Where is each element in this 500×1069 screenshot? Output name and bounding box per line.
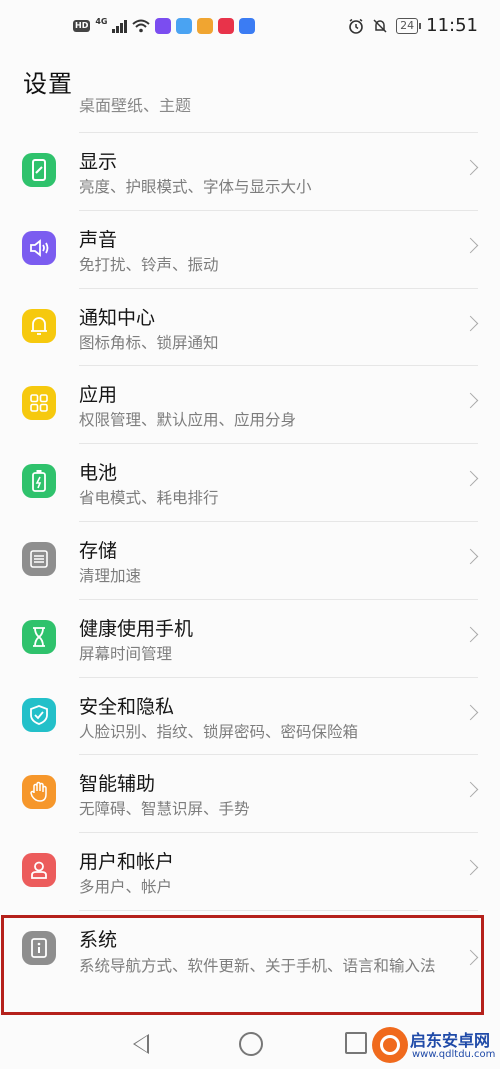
settings-item-title: 健康使用手机: [79, 617, 194, 640]
settings-item-subtitle: 图标角标、锁屏通知: [79, 333, 219, 352]
chevron-right-icon: [462, 548, 479, 565]
app-notification-icon: [218, 18, 235, 34]
sound-icon: [22, 230, 56, 265]
settings-item-title: 智能辅助: [79, 773, 156, 796]
status-right: 24 11:51: [348, 15, 478, 36]
settings-list: 显示 亮度、护眼模式、字体与显示大小 声音 免打扰、铃声、振动 通知中心 图标角…: [0, 132, 500, 1010]
scrolled-row-subtitle: 桌面壁纸、主题: [79, 98, 192, 115]
settings-item-storage[interactable]: 存储 清理加速: [0, 520, 500, 599]
settings-item-display[interactable]: 显示 亮度、护眼模式、字体与显示大小: [0, 132, 500, 210]
settings-item-title: 通知中心: [79, 306, 156, 329]
chevron-right-icon: [462, 626, 479, 643]
settings-item-subtitle: 屏幕时间管理: [79, 644, 173, 663]
wifi-icon: [132, 19, 151, 33]
hand-icon: [22, 775, 56, 810]
shield-icon: [22, 697, 56, 732]
user-icon: [22, 853, 56, 888]
divider: [79, 365, 478, 367]
settings-item-subtitle: 亮度、护眼模式、字体与显示大小: [79, 178, 312, 196]
chevron-right-icon: [462, 704, 479, 720]
settings-item-title: 显示: [79, 151, 118, 173]
recents-icon[interactable]: [345, 1032, 367, 1054]
display-icon: [22, 153, 56, 187]
settings-item-title: 安全和隐私: [79, 695, 175, 718]
divider: [79, 132, 478, 133]
chevron-right-icon: [462, 859, 479, 876]
settings-item-subtitle: 权限管理、默认应用、应用分身: [79, 411, 297, 430]
app-notification-icon: [176, 18, 193, 34]
status-bar: HD 4G 24 11:51: [0, 0, 500, 58]
settings-item-title: 声音: [79, 228, 118, 251]
watermark-logo-icon: [372, 1027, 408, 1063]
watermark-url: www.qdltdu.com: [412, 1049, 496, 1060]
divider: [79, 598, 478, 600]
page-title: 设置: [23, 70, 73, 98]
settings-item-title: 应用: [79, 384, 118, 407]
storage-icon: [22, 541, 56, 576]
scrolled-row-remnant: 桌面壁纸、主题: [79, 98, 379, 118]
status-left: HD 4G: [73, 16, 256, 34]
watermark-title: 启东安卓网: [410, 1031, 491, 1050]
highlight-box: [1, 915, 484, 1015]
chevron-right-icon: [462, 315, 479, 331]
settings-item-digital-balance[interactable]: 健康使用手机 屏幕时间管理: [0, 598, 500, 677]
hourglass-icon: [22, 619, 56, 654]
settings-item-battery[interactable]: 电池 省电模式、耗电排行: [0, 443, 500, 521]
divider: [79, 443, 478, 445]
settings-item-subtitle: 无障碍、智慧识屏、手势: [79, 800, 250, 819]
settings-item-apps[interactable]: 应用 权限管理、默认应用、应用分身: [0, 365, 500, 443]
settings-item-subtitle: 免打扰、铃声、振动: [79, 255, 219, 274]
bell-icon: [22, 308, 56, 343]
settings-item-accessibility[interactable]: 智能辅助 无障碍、智慧识屏、手势: [0, 754, 500, 832]
chevron-right-icon: [462, 237, 479, 254]
app-notification-icon: [239, 18, 256, 34]
network-type: 4G: [95, 16, 108, 26]
settings-item-subtitle: 清理加速: [79, 566, 142, 585]
divider: [79, 520, 478, 522]
divider: [79, 676, 478, 678]
home-icon[interactable]: [239, 1032, 263, 1056]
divider: [79, 909, 478, 911]
settings-item-subtitle: 多用户、帐户: [79, 878, 173, 897]
chevron-right-icon: [462, 470, 479, 487]
chevron-right-icon: [462, 393, 479, 409]
app-notification-icon: [155, 18, 172, 34]
chevron-right-icon: [462, 159, 479, 176]
watermark: 启东安卓网 www.qdltdu.com: [372, 1025, 500, 1069]
settings-item-subtitle: 人脸识别、指纹、锁屏密码、密码保险箱: [79, 722, 359, 741]
settings-item-notifications[interactable]: 通知中心 图标角标、锁屏通知: [0, 287, 500, 366]
divider: [79, 209, 478, 211]
chevron-right-icon: [462, 782, 479, 798]
settings-item-title: 存储: [79, 539, 118, 562]
settings-item-users[interactable]: 用户和帐户 多用户、帐户: [0, 832, 500, 910]
clock: 11:51: [426, 15, 478, 36]
settings-item-title: 用户和帐户: [79, 851, 175, 874]
apps-grid-icon: [22, 386, 56, 421]
battery-icon: [22, 464, 56, 499]
back-icon[interactable]: [133, 1034, 149, 1054]
divider: [79, 754, 478, 756]
alarm-icon: [349, 18, 363, 34]
settings-item-subtitle: 省电模式、耗电排行: [79, 489, 219, 508]
divider: [79, 832, 478, 834]
settings-item-security[interactable]: 安全和隐私 人脸识别、指纹、锁屏密码、密码保险箱: [0, 676, 500, 755]
battery-indicator: 24: [396, 17, 422, 34]
hd-badge: HD: [73, 20, 91, 32]
settings-item-sound[interactable]: 声音 免打扰、铃声、振动: [0, 209, 500, 288]
divider: [79, 287, 478, 289]
signal-icon: [112, 19, 128, 33]
settings-item-title: 电池: [79, 462, 118, 485]
app-notification-icon: [197, 18, 214, 34]
mute-bell-icon: [373, 18, 387, 33]
